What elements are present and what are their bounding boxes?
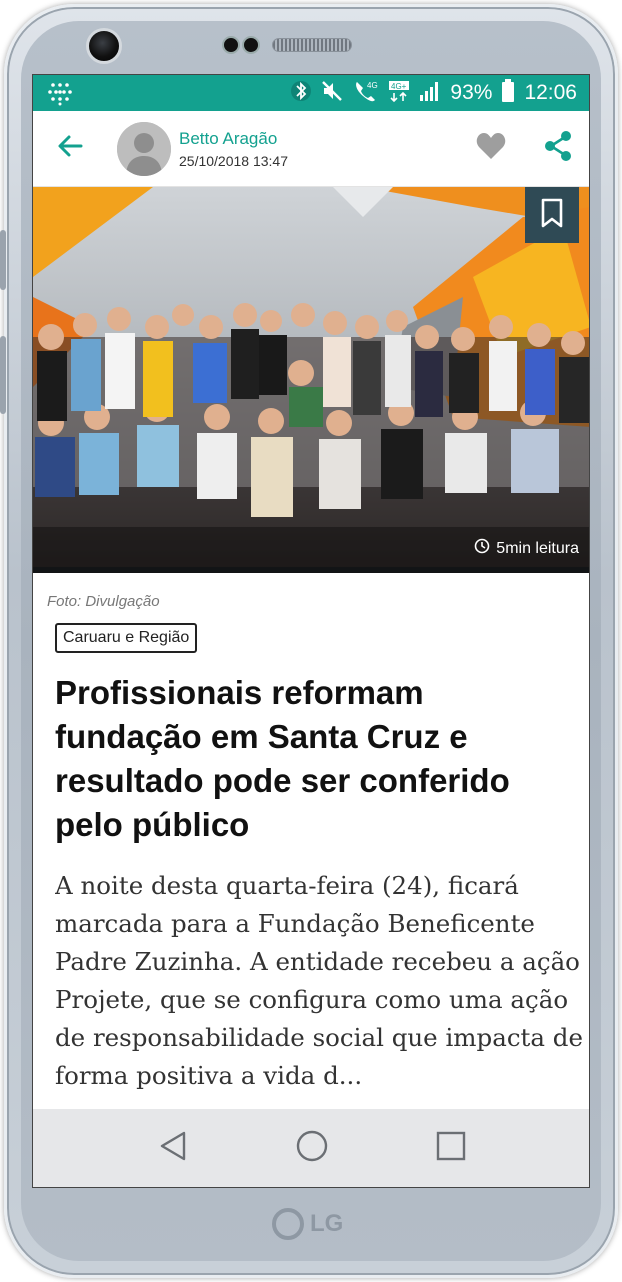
clock-time: 12:06	[524, 81, 577, 104]
avatar-icon	[117, 121, 171, 176]
status-bar: 4G 4G+ 93% 12:06	[33, 75, 589, 111]
photo-caption: Foto: Divulgação	[47, 593, 160, 610]
bluetooth-icon	[291, 79, 312, 107]
read-time-text: 5min leitura	[496, 539, 579, 557]
volte-call-icon: 4G	[353, 79, 379, 107]
svg-text:4G+: 4G+	[391, 82, 407, 91]
author-name[interactable]: Betto Aragão	[179, 129, 288, 149]
app-grid-icon	[47, 80, 73, 106]
lte-icon: 4G+	[388, 79, 410, 107]
volume-down-button	[0, 336, 6, 414]
sensor-left	[222, 36, 240, 54]
lg-logo: LG	[272, 1206, 352, 1242]
author-info: Betto Aragão 25/10/2018 13:47	[179, 129, 288, 169]
post-date: 25/10/2018 13:47	[179, 152, 288, 169]
article-app-bar: Betto Aragão 25/10/2018 13:47	[33, 111, 589, 187]
mute-icon	[320, 79, 344, 107]
nav-back-icon	[158, 1130, 188, 1167]
app-actions	[475, 130, 589, 167]
nav-back-button[interactable]	[143, 1118, 203, 1178]
battery-percent: 93%	[450, 81, 493, 104]
signal-icon	[419, 80, 441, 106]
status-icons: 4G 4G+ 93% 12:06	[291, 79, 577, 107]
volume-up-button	[0, 230, 6, 290]
bookmark-icon	[539, 198, 565, 233]
front-camera	[86, 28, 122, 64]
screen: 4G 4G+ 93% 12:06 Betto Aragão 25/10/2018…	[32, 74, 590, 1188]
earpiece-speaker	[272, 38, 352, 52]
sensor-right	[242, 36, 260, 54]
nav-recents-icon	[435, 1130, 467, 1167]
share-icon[interactable]	[543, 130, 573, 167]
author-avatar[interactable]	[117, 121, 171, 176]
svg-text:4G: 4G	[367, 81, 378, 90]
bookmark-button[interactable]	[525, 187, 579, 243]
back-button[interactable]	[33, 111, 107, 187]
lg-logo-mark-icon	[272, 1208, 304, 1240]
article-headline: Profissionais reformam fundação em Santa…	[55, 674, 510, 843]
read-time-badge: 5min leitura	[474, 538, 579, 559]
article-body: A noite desta quarta-feira (24), ficará …	[55, 871, 583, 1090]
hero-photo: 5min leitura	[33, 187, 589, 573]
back-arrow-icon	[55, 131, 85, 166]
category-tag[interactable]: Caruaru e Região	[55, 623, 198, 653]
nav-home-button[interactable]	[282, 1118, 342, 1178]
nav-recents-button[interactable]	[421, 1118, 481, 1178]
battery-icon	[501, 79, 515, 107]
group-photo-image	[33, 187, 589, 573]
lg-logo-text: LG	[310, 1210, 344, 1237]
clock-icon	[474, 538, 490, 559]
nav-home-icon	[295, 1129, 329, 1168]
heart-icon[interactable]	[475, 131, 507, 166]
system-nav-bar	[33, 1109, 589, 1187]
